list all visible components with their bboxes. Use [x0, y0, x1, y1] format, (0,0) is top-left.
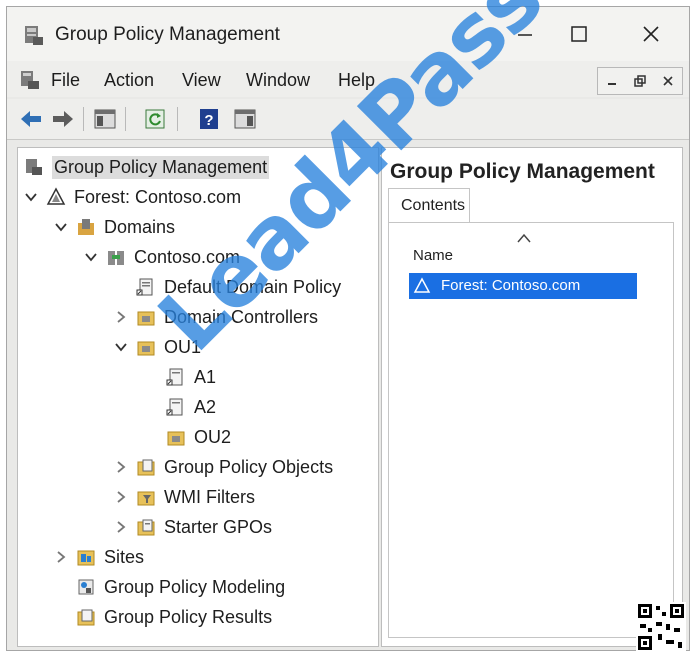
- tree-item-label: A1: [194, 366, 217, 387]
- ou-icon: [137, 341, 155, 356]
- svg-text:?: ?: [204, 112, 213, 129]
- tree-item-label: OU2: [194, 426, 232, 447]
- details-title: Group Policy Management: [390, 160, 655, 183]
- tree-item-root[interactable]: Group Policy Management: [24, 154, 270, 180]
- modeling-icon: [78, 579, 94, 595]
- ou-icon: [167, 431, 185, 446]
- console-icon[interactable]: [19, 69, 41, 91]
- show-action-pane-icon[interactable]: [233, 107, 257, 131]
- tree-item-results[interactable]: Group Policy Results: [54, 604, 272, 630]
- tree-item-label: Forest: Contoso.com: [74, 186, 242, 207]
- child-restore-button[interactable]: [626, 68, 654, 94]
- chevron-right-icon[interactable]: [54, 550, 68, 564]
- tree-item-ou2[interactable]: OU2: [144, 424, 231, 450]
- close-button[interactable]: [631, 17, 671, 51]
- tree-item-default-policy[interactable]: Default Domain Policy: [114, 274, 341, 300]
- chevron-right-icon[interactable]: [114, 310, 128, 324]
- tree-item-gpo-objects[interactable]: Group Policy Objects: [114, 454, 333, 480]
- tree-item-label: Group Policy Management: [52, 155, 270, 179]
- gpm-window: Group Policy Management File Action View…: [6, 6, 690, 651]
- sort-ascending-icon: [517, 233, 531, 243]
- console-tree: Group Policy Management Forest: Contoso.…: [17, 147, 379, 647]
- tab-contents[interactable]: Contents: [388, 188, 470, 223]
- chevron-right-icon[interactable]: [114, 490, 128, 504]
- tree-item-label: Default Domain Policy: [164, 276, 342, 297]
- toolbar: ?: [7, 99, 689, 140]
- tree-item-sites[interactable]: Sites: [54, 544, 144, 570]
- tree-item-domains[interactable]: Domains: [54, 214, 175, 240]
- toolbar-separator: [125, 107, 126, 131]
- qr-code-icon: [636, 602, 686, 652]
- domains-icon: [78, 219, 94, 235]
- refresh-icon[interactable]: [143, 107, 167, 131]
- tree-item-label: Contoso.com: [134, 246, 241, 267]
- tree-item-label: WMI Filters: [164, 486, 255, 507]
- tree-item-label: Starter GPOs: [164, 516, 273, 537]
- forest-icon: [413, 277, 431, 293]
- gpm-app-icon: [25, 26, 43, 45]
- results-icon: [77, 609, 95, 626]
- window-title: Group Policy Management: [55, 24, 280, 45]
- ou-icon: [137, 311, 155, 326]
- starter-gpo-icon: [137, 519, 155, 536]
- list-item-label: Forest: Contoso.com: [441, 277, 581, 294]
- tree-item-modeling[interactable]: Group Policy Modeling: [54, 574, 285, 600]
- tree-item-domain-controllers[interactable]: Domain Controllers: [114, 304, 318, 330]
- tree-item-label: Group Policy Results: [104, 606, 273, 627]
- toolbar-separator: [83, 107, 84, 131]
- tree-item-a1[interactable]: A1: [144, 364, 216, 390]
- chevron-down-icon[interactable]: [84, 250, 98, 264]
- child-minimize-button[interactable]: [598, 68, 626, 94]
- gpo-link-icon: [136, 278, 153, 296]
- gpo-link-icon: [166, 398, 183, 416]
- tree-item-label: Group Policy Modeling: [104, 576, 286, 597]
- chevron-right-icon[interactable]: [114, 460, 128, 474]
- menu-help[interactable]: Help: [338, 70, 375, 91]
- gpo-link-icon: [166, 368, 183, 386]
- title-bar: Group Policy Management: [7, 7, 689, 61]
- details-pane: Group Policy Management Contents Name Fo…: [381, 147, 683, 647]
- tree-item-label: Sites: [104, 546, 145, 567]
- menu-action[interactable]: Action: [104, 70, 154, 91]
- maximize-button[interactable]: [559, 17, 599, 51]
- chevron-right-icon[interactable]: [114, 520, 128, 534]
- wmi-filter-icon: [137, 491, 155, 506]
- menu-bar: File Action View Window Help: [7, 61, 689, 97]
- tree-item-label: A2: [194, 396, 217, 417]
- list-item[interactable]: Forest: Contoso.com: [409, 273, 637, 299]
- chevron-down-icon[interactable]: [114, 340, 128, 354]
- sites-icon: [77, 550, 95, 566]
- menu-window[interactable]: Window: [246, 70, 310, 91]
- chevron-down-icon[interactable]: [24, 190, 38, 204]
- child-window-controls: [597, 67, 683, 95]
- forward-arrow-icon[interactable]: [51, 107, 75, 131]
- tree-item-starter-gpos[interactable]: Starter GPOs: [114, 514, 272, 540]
- column-header-name[interactable]: Name: [413, 247, 453, 264]
- tree-item-ou1[interactable]: OU1: [114, 334, 201, 360]
- help-icon[interactable]: ?: [197, 107, 221, 131]
- tree-item-label: Domains: [104, 216, 176, 237]
- child-close-button[interactable]: [654, 68, 682, 94]
- back-arrow-icon[interactable]: [19, 107, 43, 131]
- tree-item-domain[interactable]: Contoso.com: [84, 244, 240, 270]
- menu-view[interactable]: View: [182, 70, 221, 91]
- tab-label: Contents: [401, 197, 466, 214]
- tree-item-a2[interactable]: A2: [144, 394, 216, 420]
- domain-icon: [108, 251, 124, 265]
- tree-item-forest[interactable]: Forest: Contoso.com: [24, 184, 241, 210]
- tree-item-wmi-filters[interactable]: WMI Filters: [114, 484, 255, 510]
- tree-item-label: Domain Controllers: [164, 306, 319, 327]
- menu-file[interactable]: File: [51, 70, 80, 91]
- minimize-button[interactable]: [505, 17, 545, 51]
- gpm-icon: [26, 159, 42, 175]
- show-hide-tree-icon[interactable]: [93, 107, 117, 131]
- toolbar-separator: [177, 107, 178, 131]
- forest-icon: [46, 187, 66, 205]
- tree-item-label: OU1: [164, 336, 202, 357]
- contents-list: Name Forest: Contoso.com: [388, 222, 674, 638]
- chevron-down-icon[interactable]: [54, 220, 68, 234]
- tree-item-label: Group Policy Objects: [164, 456, 334, 477]
- gpo-container-icon: [137, 459, 155, 476]
